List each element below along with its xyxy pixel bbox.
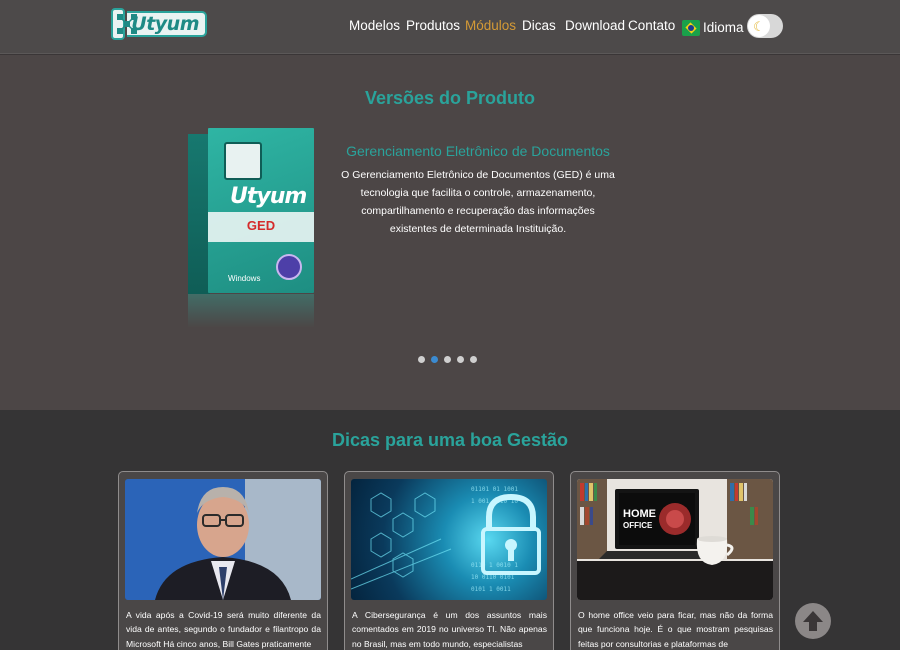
nav-contato[interactable]: Contato [628, 18, 675, 33]
carousel-dot[interactable] [457, 356, 464, 363]
tip-text: A vida após a Covid-19 será muito difere… [126, 610, 321, 649]
scroll-to-top-button[interactable] [795, 603, 831, 639]
box-side [188, 134, 210, 294]
padlock-icon[interactable]: 01101 01 1001 1 001 0110 10 0110 1 0010 … [351, 479, 547, 600]
carousel-indicators [418, 356, 477, 363]
product-box-image: Utyum GED Windows [188, 128, 314, 328]
windows-label: Windows [228, 274, 261, 283]
svg-text:0110 1 0010 1: 0110 1 0010 1 [471, 562, 518, 569]
versions-section: Versões do Produto Utyum GED Windows Ger… [0, 55, 900, 410]
language-selector[interactable]: Idioma [703, 20, 744, 35]
tips-section: Dicas para uma boa Gestão A vida após a … [0, 410, 900, 650]
moon-icon: ☾ [748, 15, 770, 37]
box-logo-icon [224, 142, 262, 180]
nav-download[interactable]: Download [565, 18, 625, 33]
site-logo[interactable]: Utyum [111, 6, 207, 42]
brazil-flag-icon[interactable] [682, 20, 700, 36]
svg-text:HOME: HOME [623, 508, 656, 520]
product-description: O Gerenciamento Eletrônico de Documentos… [341, 169, 615, 235]
nav-modulos[interactable]: Módulos [465, 18, 516, 33]
logo-mark-icon [111, 8, 137, 40]
tips-title: Dicas para uma boa Gestão [331, 430, 569, 450]
box-brand: Utyum [230, 184, 307, 209]
tip-card[interactable]: HOME OFFICE O home office veio para fica… [570, 471, 780, 650]
laptop-photo[interactable]: HOME OFFICE [577, 479, 773, 600]
carousel-dot-active[interactable] [431, 356, 438, 363]
top-navbar: Utyum Modelos Produtos Módulos Dicas Dow… [0, 0, 900, 54]
theme-toggle[interactable]: ☾ [747, 14, 783, 38]
seal-icon [276, 254, 302, 280]
svg-text:OFFICE: OFFICE [623, 521, 653, 530]
carousel-dot[interactable] [418, 356, 425, 363]
tip-text: O home office veio para ficar, mas não d… [578, 610, 773, 649]
carousel-dot[interactable] [470, 356, 477, 363]
svg-text:10 0110 0101: 10 0110 0101 [471, 574, 515, 581]
box-reflection [188, 294, 314, 328]
svg-text:0101 1 0011: 0101 1 0011 [471, 586, 511, 593]
person-photo[interactable] [125, 479, 321, 600]
product-subtitle: Gerenciamento Eletrônico de Documentos [346, 143, 610, 159]
arrow-up-icon [803, 611, 823, 631]
versions-title: Versões do Produto [364, 88, 536, 108]
carousel-dot[interactable] [444, 356, 451, 363]
box-ged-label: GED [246, 218, 276, 233]
nav-modelos[interactable]: Modelos [349, 18, 400, 33]
tip-card[interactable]: A vida após a Covid-19 será muito difere… [118, 471, 328, 650]
nav-dicas[interactable]: Dicas [522, 18, 556, 33]
tip-text: A Cibersegurança é um dos assuntos mais … [352, 610, 547, 649]
logo-text: Utyum [127, 11, 207, 37]
nav-produtos[interactable]: Produtos [406, 18, 460, 33]
tip-card[interactable]: 01101 01 1001 1 001 0110 10 0110 1 0010 … [344, 471, 554, 650]
svg-text:01101 01 1001: 01101 01 1001 [471, 486, 518, 493]
